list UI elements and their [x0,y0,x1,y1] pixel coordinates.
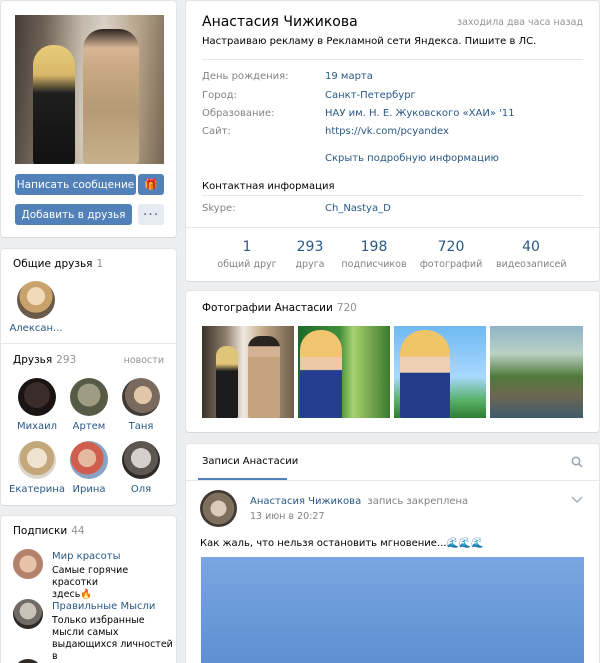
contact-info-title: Контактная информация [202,181,335,192]
friend-name[interactable]: Оля [111,484,171,495]
friend-avatar[interactable] [18,378,56,416]
photo-thumbnail[interactable] [298,326,390,418]
friend-name[interactable]: Михаил [7,421,67,432]
post-author-name[interactable]: Анастасия Чижикова [250,496,361,507]
subscription-description: Самые горячие красотки здесь🔥 [52,565,129,600]
common-friend-name[interactable]: Алексан... [6,323,66,334]
gift-button[interactable]: 🎁 [138,174,164,195]
friend-avatar[interactable] [122,441,160,479]
gift-icon: 🎁 [144,178,158,191]
post-author-line: Анастасия Чижикова запись закреплена [250,496,468,507]
divider [186,480,599,481]
counter-videos[interactable]: 40 видеозаписей [496,239,567,270]
friend-avatar[interactable] [122,378,160,416]
subscription-title[interactable]: Правильные Мысли [52,601,155,612]
search-icon[interactable] [571,456,583,471]
profile-photo[interactable] [15,15,164,164]
friends-title[interactable]: Друзья 293 [13,354,76,366]
education-link[interactable]: НАУ им. Н. Е. Жуковского «ХАИ» '11 [325,108,515,119]
hide-info-link[interactable]: Скрыть подробную информацию [325,153,499,164]
birthday-link[interactable]: 19 марта [325,71,373,82]
city-link[interactable]: Санкт-Петербург [325,90,416,101]
photo-thumbnail[interactable] [202,326,294,418]
more-actions-button[interactable]: ··· [138,204,164,225]
subscriptions-card: Подписки 44 Мир красоты Самые горячие кра… [1,516,176,663]
wall-tab[interactable]: Записи Анастасии [202,456,298,467]
post-date[interactable]: 13 июн в 20:27 [250,511,325,522]
counter-friends[interactable]: 293 друга [275,239,345,270]
skype-link[interactable]: Ch_Nastya_D [325,203,391,214]
post-author-avatar[interactable] [200,490,237,527]
avatar-card: Написать сообщение 🎁 Добавить в друзья ·… [1,1,176,237]
friends-news-link[interactable]: новости [124,355,164,366]
wall-card: Записи Анастасии Анастасия Чижикова запи… [186,444,599,663]
site-link[interactable]: https://vk.com/pcyandex [325,126,449,137]
post-text: Как жаль, что нельзя остановить мгновени… [200,538,484,549]
friend-avatar[interactable] [18,441,56,479]
profile-name: Анастасия Чижикова [202,14,358,30]
divider [1,343,176,344]
friends-card: Общие друзья 1 Алексан... Друзья 293 новос… [1,249,176,505]
subscriptions-title[interactable]: Подписки 44 [13,525,85,537]
last-seen: заходила два часа назад [457,17,583,28]
profile-info-card: Анастасия Чижикова заходила два часа наз… [186,1,599,281]
subscription-avatar[interactable] [13,549,43,579]
friend-name[interactable]: Таня [111,421,171,432]
photo-thumbnail[interactable] [490,326,583,418]
photo-thumbnail[interactable] [394,326,486,418]
subscription-title[interactable]: Мир красоты [52,551,121,562]
friend-name[interactable]: Екатерина [7,484,67,495]
common-friends-title[interactable]: Общие друзья 1 [13,258,103,270]
chevron-down-icon[interactable] [571,496,583,507]
counter-photos[interactable]: 720 фотографий [416,239,486,270]
profile-status[interactable]: Настраиваю рекламу в Рекламной сети Янде… [202,36,536,47]
subscription-avatar[interactable] [13,659,43,663]
post-image[interactable] [201,557,584,663]
friend-name[interactable]: Ирина [59,484,119,495]
photos-card: Фотографии Анастасии 720 [186,291,599,432]
divider [186,227,599,228]
counter-followers[interactable]: 198 подписчиков [339,239,409,270]
friend-name[interactable]: Артем [59,421,119,432]
subscription-description: Только избранные мысли самых выдающихся … [52,615,173,662]
friend-avatar[interactable] [70,378,108,416]
friend-avatar[interactable] [70,441,108,479]
divider [202,195,583,196]
more-icon: ··· [142,206,160,223]
photos-title[interactable]: Фотографии Анастасии 720 [202,302,357,314]
send-message-button[interactable]: Написать сообщение [15,174,136,195]
add-friend-button[interactable]: Добавить в друзья [15,204,132,225]
counter-common-friends[interactable]: 1 общий друг [212,239,282,270]
common-friend-avatar[interactable] [17,281,55,319]
divider [202,59,583,60]
post-pinned-label: запись закреплена [367,496,469,507]
subscription-avatar[interactable] [13,599,43,629]
